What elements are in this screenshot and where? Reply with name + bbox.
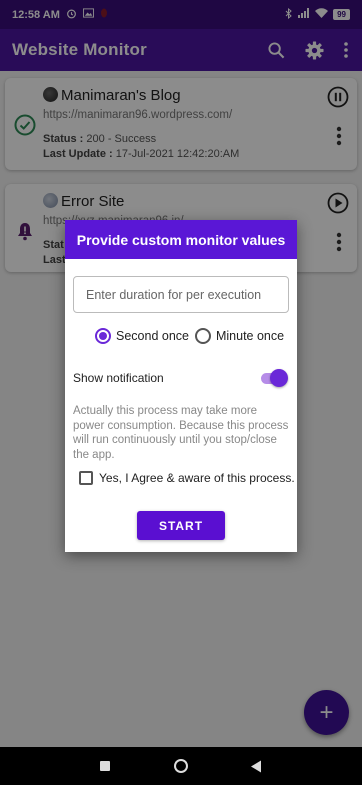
dialog-title: Provide custom monitor values [65,220,297,259]
radio-label: Second once [116,329,189,343]
radio-minute-once[interactable]: Minute once [194,328,285,344]
toggle-thumb [270,369,288,387]
system-nav-bar [0,747,362,785]
frequency-radio-group: Second once Minute once [95,328,290,344]
radio-selected-icon[interactable] [95,328,111,344]
custom-monitor-dialog: Provide custom monitor values Second onc… [65,220,297,552]
show-notification-label: Show notification [73,371,164,385]
back-icon[interactable] [248,758,264,774]
show-notification-toggle[interactable] [259,368,288,388]
radio-second-once[interactable]: Second once [95,328,189,344]
agree-label: Yes, I Agree & aware of this process. [99,471,295,485]
home-icon[interactable] [173,758,189,774]
start-button[interactable]: START [137,511,225,540]
agree-checkbox[interactable] [79,471,93,485]
recents-icon[interactable] [97,758,113,774]
duration-input[interactable] [73,276,289,313]
radio-unselected-icon[interactable] [194,328,211,344]
radio-label: Minute once [215,329,285,343]
agree-checkbox-row[interactable]: Yes, I Agree & aware of this process. [79,471,295,485]
power-warning-text: Actually this process may take more powe… [73,405,289,461]
